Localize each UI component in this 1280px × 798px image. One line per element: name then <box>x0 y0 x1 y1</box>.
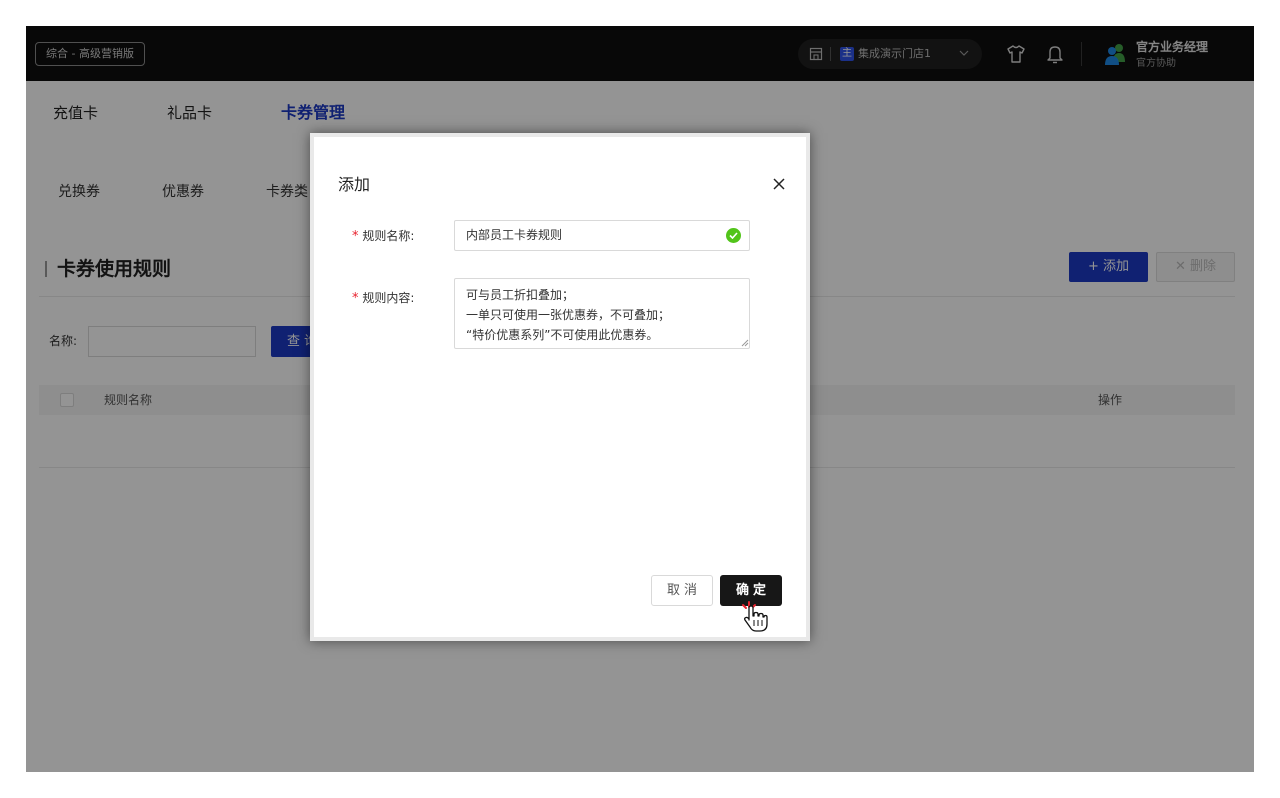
cancel-button[interactable]: 取消 <box>651 575 713 606</box>
rule-content-textarea[interactable]: 可与员工折扣叠加； 一单只可使用一张优惠券，不可叠加； “特价优惠系列”不可使用… <box>454 278 750 349</box>
required-mark: * <box>352 291 359 306</box>
resize-grip-icon[interactable] <box>740 338 749 347</box>
rule-content-label: * 规则内容: <box>352 290 414 307</box>
rule-name-label: * 规则名称: <box>352 228 414 245</box>
dialog-title: 添加 <box>338 175 371 194</box>
check-circle-icon <box>726 228 741 243</box>
rule-name-label-text: 规则名称: <box>362 229 415 243</box>
close-icon[interactable] <box>770 175 788 193</box>
required-mark: * <box>352 229 359 244</box>
app-window: 综合 - 高级营销版 主 集成演示门店1 官方业务经理 官方协助 充值卡 礼品卡… <box>26 26 1254 772</box>
rule-content-label-text: 规则内容: <box>362 291 415 305</box>
hand-cursor-icon <box>742 601 768 632</box>
rule-name-input[interactable]: 内部员工卡券规则 <box>454 220 750 251</box>
add-rule-dialog: 添加 * 规则名称: 内部员工卡券规则 * 规则内容: 可与员工折扣叠加； 一单… <box>310 133 810 641</box>
